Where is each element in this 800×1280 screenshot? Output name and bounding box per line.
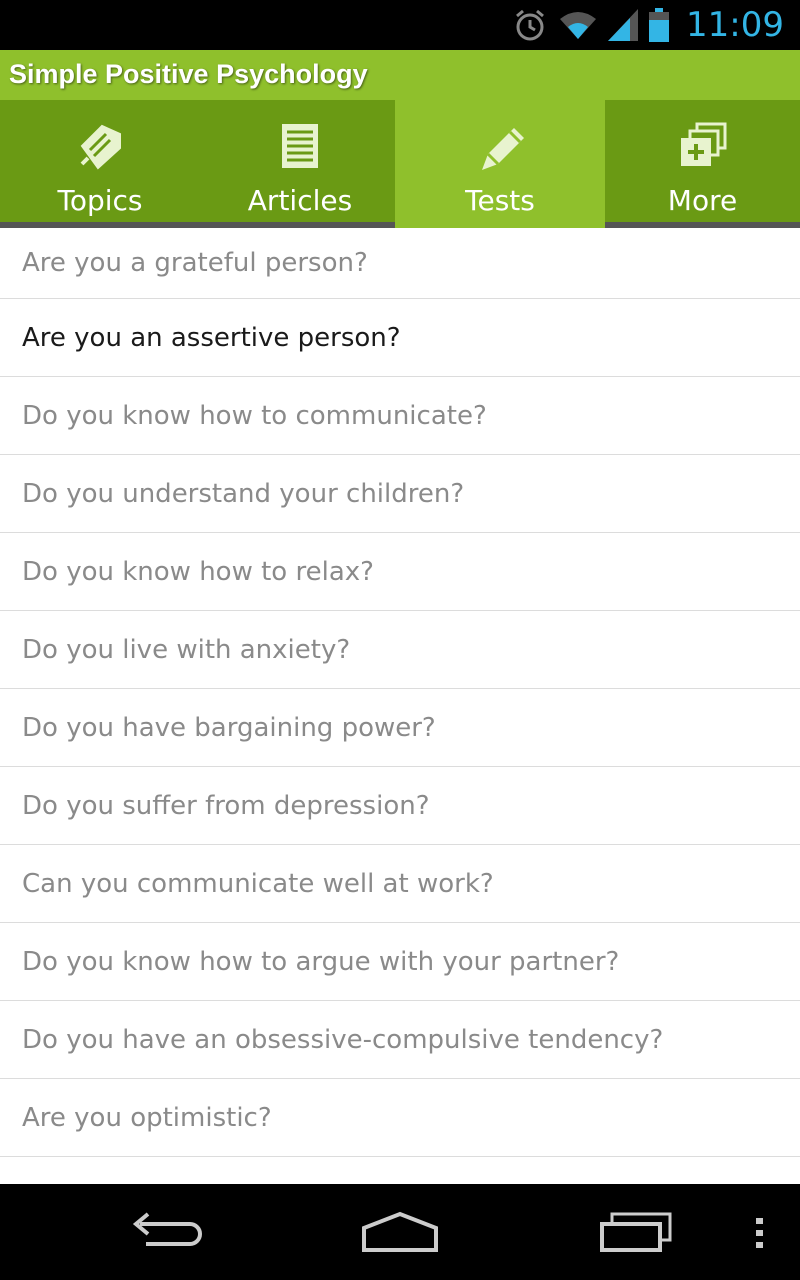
wifi-icon	[558, 9, 598, 41]
status-clock: 11:09	[686, 5, 784, 45]
list-item-label: Do you suffer from depression?	[22, 790, 430, 821]
tests-list: Are you a grateful person? Are you an as…	[0, 228, 800, 1157]
tab-label: More	[667, 184, 738, 217]
list-item-label: Are you a grateful person?	[22, 248, 368, 278]
tab-articles[interactable]: Articles	[200, 100, 400, 228]
battery-icon	[648, 8, 670, 42]
recent-apps-icon[interactable]	[588, 1202, 688, 1262]
app-title-bar: Simple Positive Psychology	[0, 50, 800, 100]
list-item[interactable]: Do you understand your children?	[0, 455, 800, 533]
list-item[interactable]: Are you a grateful person?	[0, 228, 800, 299]
signal-icon	[608, 9, 639, 41]
list-item[interactable]: Do you have an obsessive-compulsive tend…	[0, 1001, 800, 1079]
tab-more[interactable]: More	[605, 100, 800, 228]
back-icon[interactable]	[118, 1202, 218, 1262]
app-title: Simple Positive Psychology	[9, 59, 368, 89]
tab-tests[interactable]: Tests	[395, 100, 605, 228]
list-item[interactable]: Do you live with anxiety?	[0, 611, 800, 689]
list-item-label: Are you an assertive person?	[22, 322, 401, 353]
tab-bar: Topics Articles Tests More	[0, 100, 800, 228]
list-item[interactable]: Do you know how to communicate?	[0, 377, 800, 455]
list-item-label: Do you have an obsessive-compulsive tend…	[22, 1024, 664, 1055]
list-item-label: Do you live with anxiety?	[22, 634, 351, 665]
tab-label: Topics	[57, 184, 143, 217]
list-item-label: Do you know how to argue with your partn…	[22, 946, 620, 977]
list-item[interactable]: Do you know how to argue with your partn…	[0, 923, 800, 1001]
list-item[interactable]: Do you have bargaining power?	[0, 689, 800, 767]
add-stack-icon	[677, 120, 729, 172]
list-item-label: Can you communicate well at work?	[22, 868, 494, 899]
list-item[interactable]: Can you communicate well at work?	[0, 845, 800, 923]
list-item-label: Do you have bargaining power?	[22, 712, 436, 743]
list-item[interactable]: Do you suffer from depression?	[0, 767, 800, 845]
alarm-icon	[512, 7, 548, 43]
home-icon[interactable]	[350, 1202, 450, 1262]
system-nav-bar	[0, 1184, 800, 1280]
tab-topics[interactable]: Topics	[0, 100, 200, 228]
list-item[interactable]: Are you an assertive person?	[0, 299, 800, 377]
list-item-label: Do you understand your children?	[22, 478, 465, 509]
list-item-label: Do you know how to communicate?	[22, 400, 487, 431]
tab-label: Tests	[465, 184, 535, 217]
list-item-label: Are you optimistic?	[22, 1102, 272, 1133]
list-item-label: Do you know how to relax?	[22, 556, 374, 587]
document-icon	[274, 120, 326, 172]
tab-label: Articles	[247, 184, 353, 217]
status-bar: 11:09	[0, 0, 800, 50]
pencil-tag-icon	[74, 120, 126, 172]
pencil-icon	[474, 120, 526, 172]
overflow-menu-icon[interactable]	[730, 1202, 790, 1262]
list-item[interactable]: Are you optimistic?	[0, 1079, 800, 1157]
list-item[interactable]: Do you know how to relax?	[0, 533, 800, 611]
